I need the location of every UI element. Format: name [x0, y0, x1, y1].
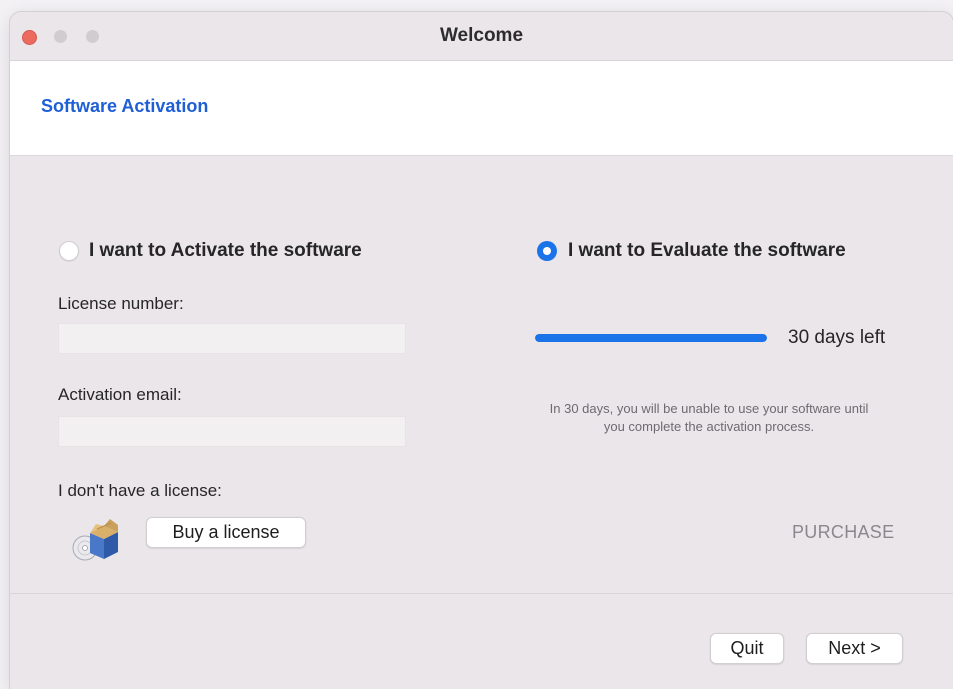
evaluate-radio[interactable]: [537, 241, 557, 261]
title-bar[interactable]: Welcome: [10, 12, 953, 61]
buy-license-button[interactable]: Buy a license: [146, 517, 306, 548]
package-installer-icon: [72, 519, 118, 561]
trial-progress-bar: [535, 334, 767, 342]
page-title: Software Activation: [41, 96, 209, 116]
header-panel: Software Activation: [10, 61, 953, 156]
activation-email-input[interactable]: [58, 416, 406, 447]
activate-option-label[interactable]: I want to Activate the software: [89, 240, 362, 262]
license-number-input[interactable]: [58, 323, 406, 354]
quit-button[interactable]: Quit: [710, 633, 784, 664]
evaluation-note: In 30 days, you will be unable to use yo…: [549, 401, 869, 434]
trial-progress-fill: [535, 334, 767, 342]
footer-divider: [10, 593, 953, 594]
no-license-label: I don't have a license:: [58, 481, 222, 500]
next-button[interactable]: Next >: [806, 633, 903, 664]
window-title: Welcome: [439, 25, 524, 46]
activate-radio[interactable]: [59, 241, 79, 261]
days-left-text: 30 days left: [788, 327, 886, 348]
activation-email-label: Activation email:: [58, 385, 182, 404]
purchase-link[interactable]: PURCHASE: [792, 522, 894, 543]
license-number-label: License number:: [58, 294, 184, 313]
evaluate-option-label[interactable]: I want to Evaluate the software: [568, 240, 846, 262]
welcome-window: Welcome Software Activation I want to Ac…: [10, 12, 953, 689]
